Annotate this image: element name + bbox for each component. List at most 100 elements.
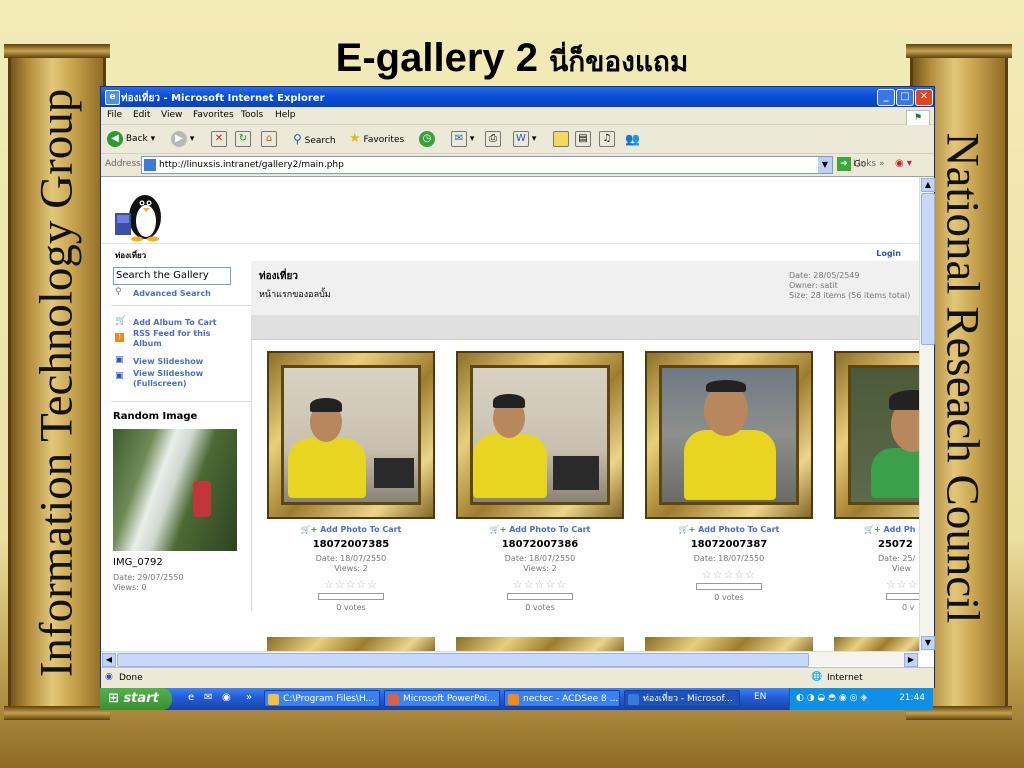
site-header-band: ท่องเที่ยว Login: [101, 243, 919, 262]
menu-tools[interactable]: Tools: [241, 110, 263, 120]
photo-frame[interactable]: [645, 351, 813, 519]
close-button[interactable]: ✕: [915, 89, 933, 106]
quicklaunch-media-icon[interactable]: ◉: [222, 692, 231, 703]
view-slideshow-fullscreen-link[interactable]: View Slideshow (Fullscreen): [133, 369, 223, 389]
language-indicator[interactable]: EN: [754, 692, 766, 702]
clock[interactable]: 21:44: [899, 693, 925, 703]
menu-help[interactable]: Help: [275, 110, 296, 120]
album-meta: Date: 28/05/2549 Owner: satit Size: 28 i…: [789, 271, 910, 301]
add-photo-to-cart-link[interactable]: 🛒+ Add Ph: [834, 525, 919, 534]
photo-frame-next-row: [834, 637, 919, 651]
photo-name[interactable]: 18072007387: [643, 539, 815, 550]
home-icon: ⌂: [261, 130, 277, 147]
login-link[interactable]: Login: [876, 249, 901, 258]
slideshow-fullscreen-icon: ▣: [115, 371, 124, 381]
windows-logo-icon: ⊞: [108, 691, 119, 706]
random-image-name[interactable]: IMG_0792: [113, 557, 163, 568]
add-photo-to-cart-link[interactable]: 🛒+ Add Photo To Cart: [643, 525, 815, 534]
quicklaunch-outlook-icon[interactable]: ✉: [204, 692, 212, 703]
history-button[interactable]: ◷: [419, 130, 435, 148]
rating-stars[interactable]: ☆☆☆☆☆: [265, 578, 437, 591]
address-input[interactable]: http://linuxsis.intranet/gallery2/main.p…: [141, 156, 833, 174]
mail-icon: ✉: [451, 130, 467, 147]
stop-button[interactable]: ✕: [211, 130, 227, 148]
menu-view[interactable]: View: [161, 110, 182, 120]
home-button[interactable]: ⌂: [261, 130, 277, 148]
task-acdsee[interactable]: nectec - ACDSee 8 ...: [504, 690, 620, 707]
photo-frame[interactable]: [834, 351, 919, 519]
favorites-button[interactable]: ★ Favorites: [349, 130, 404, 148]
rating-stars[interactable]: ☆☆☆: [834, 578, 919, 591]
title-bar[interactable]: e ท่องเที่ยว - Microsoft Internet Explor…: [101, 87, 934, 107]
menu-edit[interactable]: Edit: [133, 110, 150, 120]
start-button[interactable]: ⊞ start: [100, 688, 172, 710]
menu-file[interactable]: File: [107, 110, 122, 120]
photo-views: View: [892, 564, 911, 573]
advanced-search-link[interactable]: Advanced Search: [133, 289, 211, 298]
add-photo-to-cart-link[interactable]: 🛒+ Add Photo To Cart: [265, 525, 437, 534]
photo-name[interactable]: 18072007385: [265, 539, 437, 550]
scroll-left-icon[interactable]: ◀: [102, 653, 116, 667]
scroll-down-icon[interactable]: ▼: [921, 636, 935, 650]
print-icon: ⎙: [485, 130, 501, 147]
refresh-button[interactable]: ↻: [235, 130, 251, 148]
right-pillar-text: National Reseach Council: [936, 132, 989, 624]
edit-button[interactable]: W ▾: [513, 130, 536, 148]
photo-frame-next-row: [267, 637, 435, 651]
photo-name[interactable]: 25072: [834, 539, 919, 550]
discuss-button[interactable]: [553, 130, 569, 148]
horizontal-scroll-thumb[interactable]: [117, 653, 809, 667]
vote-bar: [886, 593, 919, 600]
task-internet-explorer[interactable]: ท่องเที่ยว - Microsof...: [624, 690, 740, 707]
photo-date: Date: 18/07/2550: [315, 554, 387, 563]
minimize-button[interactable]: _: [877, 89, 895, 106]
scroll-up-icon[interactable]: ▲: [921, 178, 935, 192]
rating-stars[interactable]: ☆☆☆☆☆: [454, 578, 626, 591]
menu-favorites[interactable]: Favorites: [193, 110, 234, 120]
messenger-button[interactable]: 👥: [625, 130, 640, 148]
horizontal-scrollbar[interactable]: ◀ ▶: [101, 651, 919, 667]
mail-button[interactable]: ✉ ▾: [451, 130, 474, 148]
rating-stars[interactable]: ☆☆☆☆☆: [643, 568, 815, 581]
random-image-date: Date: 29/07/2550: [113, 573, 184, 582]
cart-add-icon: 🛒+: [300, 525, 318, 534]
add-photo-to-cart-link[interactable]: 🛒+ Add Photo To Cart: [454, 525, 626, 534]
print-button[interactable]: ⎙: [485, 130, 501, 148]
tray-icons[interactable]: ◐ ◑ ◒ ◓ ◉ ◎ ◈: [796, 693, 867, 703]
search-input[interactable]: Search the Gallery: [113, 267, 231, 285]
rss-feed-link[interactable]: RSS Feed for this Album: [133, 329, 223, 349]
album-size: Size: 28 items (56 items total): [789, 291, 911, 300]
photo-views: Views: 2: [334, 564, 368, 573]
research-button[interactable]: ▤: [575, 130, 591, 148]
toolbar-extension-icon[interactable]: ◉ ▾: [895, 158, 912, 169]
quicklaunch-more-icon[interactable]: »: [246, 692, 252, 703]
research-icon: ▤: [575, 130, 591, 147]
ie-icon: [628, 694, 639, 705]
maximize-button[interactable]: □: [896, 89, 914, 106]
task-powerpoint[interactable]: Microsoft PowerPoi...: [384, 690, 500, 707]
rss-icon: ): [115, 333, 124, 342]
search-button[interactable]: ⚲ Search: [293, 130, 336, 148]
task-explorer[interactable]: C:\Program Files\H...: [264, 690, 380, 707]
album-action-bar: [251, 315, 919, 340]
sidebar-divider: [111, 401, 251, 402]
penguin-logo-icon: [115, 195, 161, 242]
album-date: Date: 28/05/2549: [789, 271, 860, 280]
forward-button[interactable]: ▶ ▾: [171, 130, 194, 148]
history-icon: ◷: [419, 130, 435, 147]
media-button[interactable]: ♫: [599, 130, 615, 148]
photo-name[interactable]: 18072007386: [454, 539, 626, 550]
links-button[interactable]: Links »: [853, 159, 885, 169]
view-slideshow-link[interactable]: View Slideshow: [133, 357, 203, 366]
vertical-scrollbar[interactable]: ▲ ▼: [919, 177, 935, 651]
photo-frame[interactable]: [267, 351, 435, 519]
scroll-right-icon[interactable]: ▶: [904, 653, 918, 667]
vertical-scroll-thumb[interactable]: [921, 193, 935, 345]
folder-icon: [268, 694, 279, 705]
random-image[interactable]: [113, 429, 237, 551]
back-button[interactable]: ◀ Back ▾: [107, 130, 155, 148]
photo-frame[interactable]: [456, 351, 624, 519]
add-album-to-cart-link[interactable]: Add Album To Cart: [133, 318, 217, 327]
quicklaunch-ie-icon[interactable]: e: [188, 692, 194, 703]
address-dropdown-icon[interactable]: ▼: [818, 157, 832, 173]
